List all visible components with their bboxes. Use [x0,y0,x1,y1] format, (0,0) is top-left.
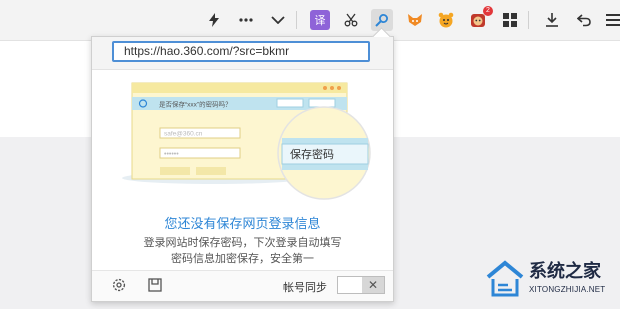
house-logo-icon [486,260,524,297]
account-sync-label: 帐号同步 [283,282,327,294]
illus-password: •••••• [164,151,179,158]
settings-gear-icon[interactable] [112,278,128,294]
bolt-icon[interactable] [204,10,224,30]
watermark-title: 系统之家 [529,261,601,281]
toolbar-separator [296,11,297,29]
account-sync-toggle[interactable]: ✕ [337,276,385,294]
illus-email: safe@360.cn [164,131,203,138]
empty-state-description: 登录网站时保存密码，下次登录自动填写 密码信息加密保存，安全第一 [92,235,393,267]
empty-state-title: 您还没有保存网页登录信息 [164,216,321,231]
description-line-1: 登录网站时保存密码，下次登录自动填写 [143,237,342,249]
extension-tiger-icon[interactable] [436,10,456,30]
watermark-subtitle: XITONGZHIJIA.NET [529,285,606,294]
url-bar-area: https://hao.360.com/?src=bkmr [92,37,393,70]
extension-monkey-icon[interactable]: 2 [468,6,493,30]
download-icon[interactable] [542,10,562,30]
description-line-2: 密码信息加密保存，安全第一 [171,253,314,265]
popup-footer: 帐号同步 ✕ [92,270,393,301]
translate-icon[interactable]: 译 [310,10,330,30]
more-icon[interactable] [236,10,256,30]
url-field[interactable]: https://hao.360.com/?src=bkmr [112,41,370,62]
password-manager-popup: https://hao.360.com/?src=bkmr 是否保存“xxx”的… [91,27,394,302]
toolbar-separator [528,11,529,29]
notification-badge: 2 [483,6,493,16]
apps-grid-icon[interactable] [500,10,520,30]
illus-save-password-button: 保存密码 [290,147,334,161]
browser-toolbar: 译 2 [0,0,620,41]
menu-icon[interactable] [603,10,620,30]
undo-icon[interactable] [574,10,594,30]
save-password-illustration: 是否保存“xxx”的密码吗？ safe@360.cn •••••• 保存密码 [122,82,371,200]
chevron-down-icon[interactable] [268,10,288,30]
toggle-off-icon: ✕ [362,277,384,293]
watermark-logo: 系统之家 XITONGZHIJIA.NET [484,253,620,309]
scissors-icon[interactable] [341,10,361,30]
extension-fox-icon[interactable] [405,10,425,30]
illus-prompt: 是否保存“xxx”的密码吗？ [159,100,232,109]
import-export-icon[interactable] [148,278,164,294]
